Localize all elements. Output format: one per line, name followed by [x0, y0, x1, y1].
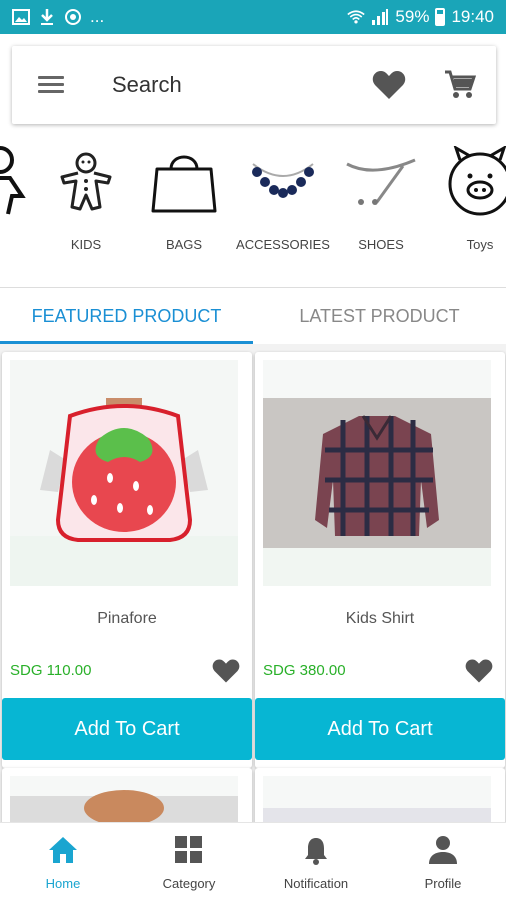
category-label: Toys — [466, 237, 494, 252]
battery-percent: 59% — [395, 7, 430, 26]
product-card[interactable]: Kids Shirt SDG 380.00 Add To Cart — [255, 352, 505, 768]
product-price: SDG 380.00 — [263, 662, 346, 679]
product-card[interactable] — [255, 768, 505, 828]
person-icon — [0, 144, 30, 220]
status-left: ... — [12, 7, 104, 27]
nav-category[interactable]: Category — [126, 823, 252, 900]
category-item-accessories[interactable]: ACCESSORIES — [235, 138, 331, 268]
product-image — [10, 776, 238, 828]
download-icon — [38, 8, 56, 26]
necklace-icon — [243, 144, 323, 220]
category-label: BAGS — [165, 237, 203, 252]
piggy-bank-icon — [440, 144, 506, 220]
tab-featured-product[interactable]: FEATURED PRODUCT — [0, 288, 253, 344]
wishlist-heart-icon[interactable] — [372, 70, 406, 100]
category-item-shoes[interactable]: SHOES — [333, 138, 429, 268]
shoe-icon — [341, 144, 421, 220]
search-input[interactable]: Search — [112, 72, 182, 98]
category-strip[interactable]: KIDS BAGS ACCESSORIES SHOES Toys — [0, 138, 506, 268]
nav-profile[interactable]: Profile — [380, 823, 506, 900]
product-tabs[interactable]: FEATURED PRODUCT LATEST PRODUCT — [0, 288, 506, 344]
search-bar[interactable]: Search — [12, 46, 496, 124]
add-to-cart-button[interactable]: Add To Cart — [2, 698, 252, 760]
product-price: SDG 110.00 — [10, 662, 92, 679]
status-more: ... — [90, 7, 105, 26]
product-card[interactable] — [2, 768, 252, 828]
nav-label: Profile — [424, 876, 462, 891]
category-label: ACCESSORIES — [236, 237, 330, 252]
product-name[interactable]: Kids Shirt — [255, 610, 505, 628]
product-image — [263, 776, 491, 828]
favorite-heart-icon[interactable] — [212, 658, 240, 684]
nav-notification[interactable]: Notification — [253, 823, 379, 900]
product-name[interactable]: Pinafore — [2, 610, 252, 628]
signal-icon — [371, 8, 389, 26]
status-right: 59% 19:40 — [347, 7, 494, 27]
cart-icon[interactable] — [444, 70, 477, 100]
menu-icon[interactable] — [38, 76, 64, 94]
tab-latest-product[interactable]: LATEST PRODUCT — [253, 288, 506, 344]
home-icon — [48, 835, 78, 865]
bottom-navigation[interactable]: Home Category Notification Profile — [0, 822, 506, 900]
category-item-kids[interactable]: KIDS — [38, 138, 134, 268]
favorite-heart-icon[interactable] — [465, 658, 493, 684]
category-item-toys[interactable]: Toys — [432, 138, 506, 268]
category-item[interactable] — [0, 138, 38, 268]
clock: 19:40 — [451, 7, 494, 26]
status-bar: ... 59% 19:40 — [0, 0, 506, 34]
nav-home[interactable]: Home — [0, 823, 126, 900]
gingerbread-icon — [46, 144, 126, 220]
category-item-bags[interactable]: BAGS — [136, 138, 232, 268]
nav-label: Home — [45, 876, 81, 891]
wifi-icon — [347, 8, 366, 26]
product-card[interactable]: Pinafore SDG 110.00 Add To Cart — [2, 352, 252, 768]
gallery-icon — [12, 8, 30, 26]
product-image[interactable] — [10, 360, 238, 586]
category-label: SHOES — [358, 237, 404, 252]
category-icon — [174, 835, 204, 865]
nav-label: Category — [162, 876, 216, 891]
sync-icon — [64, 8, 82, 26]
product-image[interactable] — [263, 360, 491, 586]
category-label: KIDS — [70, 237, 102, 252]
bell-icon — [301, 835, 331, 865]
add-to-cart-button[interactable]: Add To Cart — [255, 698, 505, 760]
nav-label: Notification — [283, 876, 349, 891]
battery-icon — [435, 8, 446, 26]
profile-icon — [428, 835, 458, 865]
bag-icon — [144, 144, 224, 220]
